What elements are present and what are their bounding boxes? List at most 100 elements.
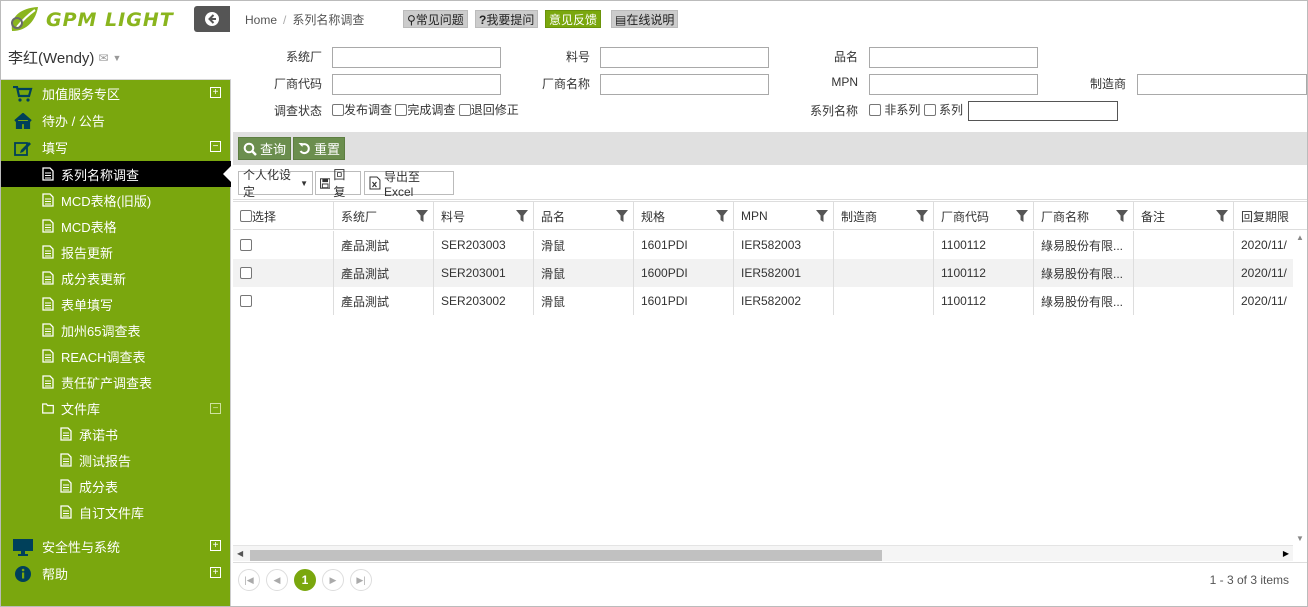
scroll-left-icon[interactable]: ◀ — [237, 549, 243, 558]
user-menu[interactable]: 李红(Wendy) ✉ ▼ — [8, 47, 121, 68]
col-mpn[interactable]: MPN — [734, 202, 834, 230]
menu-lib-custom[interactable]: 自订文件库 — [0, 499, 231, 525]
menu-composition-update[interactable]: 成分表更新 — [0, 265, 231, 291]
menu-report-update[interactable]: 报告更新 — [0, 239, 231, 265]
cell-product-name: 滑鼠 — [534, 287, 634, 315]
ask-label: 我要提问 — [486, 13, 535, 27]
faq-button[interactable]: ⚲常见问题 — [403, 10, 468, 28]
menu-lib-commitment[interactable]: 承诺书 — [0, 421, 231, 447]
series-checkbox[interactable] — [923, 104, 936, 116]
row-checkbox[interactable] — [240, 267, 252, 279]
home-icon — [12, 112, 34, 130]
reset-button[interactable]: 重置 — [293, 137, 346, 160]
system-factory-input[interactable] — [332, 47, 501, 68]
menu-value-added[interactable]: 加值服务专区 + — [0, 80, 231, 107]
vertical-scrollbar[interactable]: ▲ ▼ — [1293, 231, 1308, 545]
menu-prop65[interactable]: 加州65调查表 — [0, 317, 231, 343]
series-options: 非系列 系列 — [869, 101, 963, 118]
col-vendor-name[interactable]: 厂商名称 — [1034, 202, 1134, 230]
col-system-factory[interactable]: 系统厂 — [334, 202, 434, 230]
reply-button[interactable]: 回复 — [315, 168, 361, 199]
menu-series-survey[interactable]: 系列名称调查 — [0, 161, 232, 187]
non-series-checkbox[interactable] — [869, 104, 881, 116]
col-spec[interactable]: 规格 — [634, 202, 734, 230]
ask-question-button[interactable]: ?我要提问 — [475, 10, 539, 28]
scroll-down-icon[interactable]: ▼ — [1296, 534, 1304, 543]
col-note[interactable]: 备注 — [1134, 202, 1234, 230]
menu-form-fill[interactable]: 表单填写 — [0, 291, 231, 317]
label-system-factory: 系统厂 — [285, 50, 322, 64]
collapse-icon[interactable]: − — [210, 141, 221, 152]
export-excel-button[interactable]: 导出至Excel — [364, 170, 454, 199]
col-due-date[interactable]: 回复期限 — [1234, 202, 1308, 230]
part-no-input[interactable] — [600, 47, 769, 68]
info-icon — [12, 565, 34, 583]
table-row[interactable]: 產品測試 SER203003 滑鼠 1601PDI IER582003 1100… — [233, 231, 1293, 259]
col-vendor-code[interactable]: 厂商代码 — [934, 202, 1034, 230]
col-product-name[interactable]: 品名 — [534, 202, 634, 230]
filter-icon[interactable] — [1116, 210, 1128, 222]
label-series-name: 系列名称 — [809, 104, 858, 118]
status-returned-checkbox[interactable] — [458, 104, 471, 116]
first-page-button[interactable]: |◀ — [238, 569, 260, 591]
manufacturer-input[interactable] — [1137, 74, 1307, 95]
cell-note — [1134, 231, 1234, 259]
expand-icon[interactable]: + — [210, 567, 221, 578]
current-page-button[interactable]: 1 — [294, 569, 316, 591]
filter-icon[interactable] — [1016, 210, 1028, 222]
online-help-button[interactable]: ▤在线说明 — [611, 10, 679, 28]
menu-lib-test-report[interactable]: 测试报告 — [0, 447, 231, 473]
product-name-input[interactable] — [869, 47, 1038, 68]
query-button[interactable]: 查询 — [238, 137, 292, 160]
expand-icon[interactable]: + — [210, 540, 221, 551]
menu-lib-composition[interactable]: 成分表 — [0, 473, 231, 499]
vendor-code-input[interactable] — [332, 74, 501, 95]
row-checkbox[interactable] — [240, 239, 252, 251]
expand-icon[interactable]: + — [210, 87, 221, 98]
menu-fill[interactable]: 填写 − — [0, 134, 231, 161]
scroll-up-icon[interactable]: ▲ — [1296, 233, 1304, 242]
filter-icon[interactable] — [616, 210, 628, 222]
arrow-left-circle-icon — [205, 12, 219, 26]
sidebar-header: GPM LIGHT 李红(Wendy) ✉ ▼ — [0, 0, 231, 80]
grid-toolbar: 个人化设定 ▼ 回复 导出至Excel — [233, 166, 1308, 200]
filter-icon[interactable] — [916, 210, 928, 222]
export-label: 导出至Excel — [383, 169, 420, 199]
filter-icon[interactable] — [1216, 210, 1228, 222]
horizontal-scrollbar[interactable]: ◀ ▶ — [233, 545, 1293, 561]
row-checkbox[interactable] — [240, 295, 252, 307]
filter-icon[interactable] — [816, 210, 828, 222]
collapse-icon[interactable]: − — [210, 403, 221, 414]
breadcrumb-home[interactable]: Home — [245, 13, 277, 27]
status-published-checkbox[interactable] — [332, 104, 344, 116]
menu-mcd-old[interactable]: MCD表格(旧版) — [0, 187, 231, 213]
menu-conflict-minerals[interactable]: 责任矿产调查表 — [0, 369, 231, 395]
status-completed-checkbox[interactable] — [395, 104, 408, 116]
vendor-name-input[interactable] — [600, 74, 769, 95]
feedback-button[interactable]: 意见反馈 — [545, 10, 602, 28]
menu-todo[interactable]: 待办 / 公告 — [0, 107, 231, 134]
table-row[interactable]: 產品測試 SER203001 滑鼠 1600PDI IER582001 1100… — [233, 259, 1293, 287]
personalize-dropdown[interactable]: 个人化设定 ▼ — [238, 168, 313, 199]
menu-security[interactable]: 安全性与系统 + — [0, 533, 231, 560]
menu-help[interactable]: 帮助 + — [0, 560, 231, 587]
mpn-input[interactable] — [869, 74, 1038, 95]
horizontal-scroll-thumb[interactable] — [250, 550, 882, 561]
filter-icon[interactable] — [716, 210, 728, 222]
scroll-right-icon[interactable]: ▶ — [1283, 549, 1289, 558]
filter-icon[interactable] — [516, 210, 528, 222]
filter-icon[interactable] — [416, 210, 428, 222]
col-manufacturer[interactable]: 制造商 — [834, 202, 934, 230]
prev-page-button[interactable]: ◀ — [266, 569, 288, 591]
sidebar-collapse-button[interactable] — [194, 6, 230, 32]
next-page-button[interactable]: ▶ — [322, 569, 344, 591]
last-page-button[interactable]: ▶| — [350, 569, 372, 591]
col-part-no[interactable]: 料号 — [434, 202, 534, 230]
menu-reach[interactable]: REACH调查表 — [0, 343, 231, 369]
select-all-checkbox[interactable] — [240, 210, 252, 222]
reset-label: 重置 — [314, 142, 341, 157]
table-row[interactable]: 產品測試 SER203002 滑鼠 1601PDI IER582002 1100… — [233, 287, 1293, 315]
series-name-input[interactable] — [968, 101, 1118, 121]
menu-mcd[interactable]: MCD表格 — [0, 213, 231, 239]
menu-file-library[interactable]: 文件库 − — [0, 395, 231, 421]
